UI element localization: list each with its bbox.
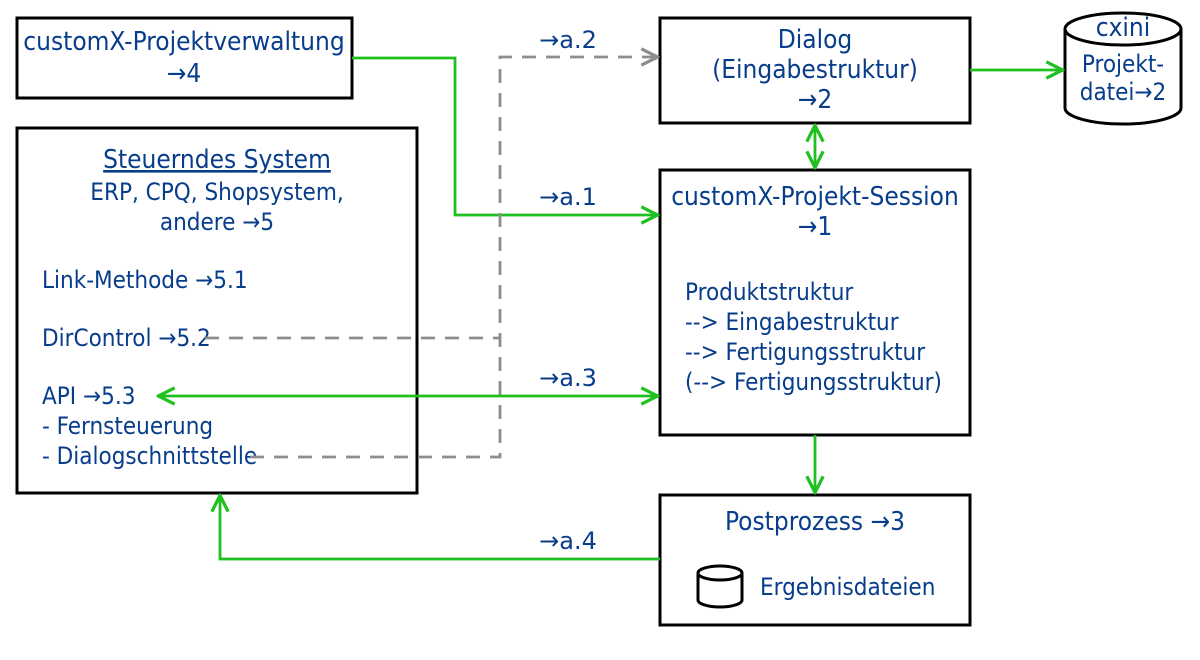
node-session: customX-Projekt-Session →1 Produktstrukt…: [660, 170, 970, 435]
edge-a1-label: →a.1: [539, 183, 597, 211]
steuer-sub1: ERP, CPQ, Shopsystem,: [90, 178, 343, 206]
dialog-l1: Dialog: [778, 25, 853, 55]
cxini-title: cxini: [1096, 13, 1151, 43]
session-b3: --> Fertigungsstruktur: [685, 338, 925, 366]
steuer-api1: - Fernsteuerung: [42, 412, 213, 440]
session-ref: →1: [798, 212, 832, 242]
session-b4: (--> Fertigungsstruktur): [685, 368, 942, 396]
pv-title: customX-Projektverwaltung: [23, 27, 344, 57]
pv-ref: →4: [167, 59, 201, 89]
edge-a4-label: →a.4: [539, 527, 597, 555]
post-title: Postprozess →3: [725, 507, 905, 537]
steuer-title: Steuerndes System: [103, 145, 331, 175]
dialog-l2: (Eingabestruktur): [712, 55, 918, 85]
edge-a4: →a.4: [220, 497, 660, 559]
node-dialog: Dialog (Eingabestruktur) →2: [660, 18, 970, 123]
session-title: customX-Projekt-Session: [671, 182, 959, 212]
node-projektverwaltung: customX-Projektverwaltung →4: [17, 18, 352, 98]
edge-a2-label: →a.2: [539, 26, 597, 54]
node-steuerndes-system: Steuerndes System ERP, CPQ, Shopsystem, …: [17, 128, 417, 493]
cxini-l2: datei→2: [1080, 78, 1167, 106]
steuer-dir: DirControl →5.2: [42, 324, 211, 352]
steuer-link: Link-Methode →5.1: [42, 266, 248, 294]
edge-a3-label: →a.3: [539, 364, 597, 392]
steuer-api2: - Dialogschnittstelle: [42, 442, 257, 470]
steuer-sub2: andere →5: [160, 208, 274, 236]
node-cxini: cxini Projekt- datei→2: [1065, 13, 1181, 124]
ergebnis-cylinder-icon: [698, 566, 742, 607]
node-postprozess: Postprozess →3 Ergebnisdateien: [660, 495, 970, 625]
session-b1: Produktstruktur: [685, 278, 853, 306]
session-b2: --> Eingabestruktur: [685, 308, 899, 336]
post-sub: Ergebnisdateien: [760, 573, 935, 601]
cxini-l1: Projekt-: [1082, 50, 1164, 78]
steuer-api: API →5.3: [42, 382, 135, 410]
dialog-ref: →2: [798, 85, 832, 115]
